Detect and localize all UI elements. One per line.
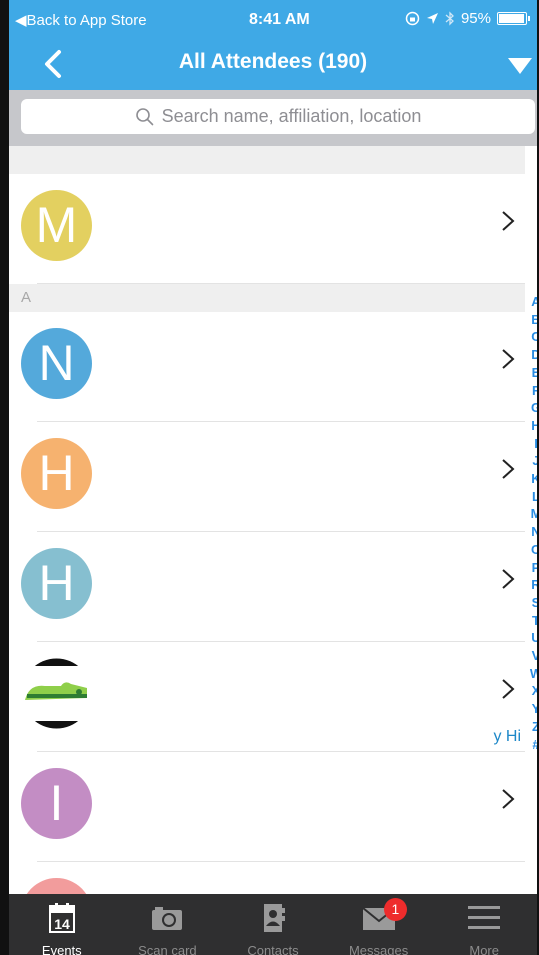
tab-messages[interactable]: Messages 1	[326, 894, 432, 955]
index-letter[interactable]: Z	[532, 718, 537, 736]
page-title: All Attendees (190)	[178, 50, 368, 73]
index-letter[interactable]: O	[531, 541, 537, 559]
index-letter[interactable]: #	[532, 736, 537, 754]
bluetooth-icon	[445, 11, 454, 26]
menu-icon	[464, 894, 504, 939]
attendee-list[interactable]: MANHHy Hi I	[9, 146, 525, 896]
nav-bar: All Attendees (190)	[9, 38, 537, 90]
chevron-right-icon	[501, 568, 515, 590]
status-right: 95%	[405, 10, 530, 27]
tab-events[interactable]: 14 Events	[9, 894, 115, 955]
chevron-right-icon	[501, 678, 515, 700]
attendee-row[interactable]: H	[9, 422, 525, 532]
battery-icon	[497, 12, 530, 25]
avatar: I	[21, 768, 92, 839]
search-placeholder: Search name, affiliation, location	[161, 106, 422, 126]
attendee-row[interactable]	[9, 862, 525, 896]
tab-label: Scan card	[138, 943, 197, 955]
avatar: H	[21, 438, 92, 509]
chevron-right-icon	[501, 788, 515, 810]
camera-icon	[147, 894, 187, 939]
status-time: 8:41 AM	[249, 11, 310, 28]
index-letter[interactable]: B	[531, 311, 537, 329]
app-frame: ◀︎Back to App Store 8:41 AM 95% All Atte…	[0, 0, 539, 955]
index-letter[interactable]: L	[532, 488, 537, 506]
tab-contacts[interactable]: Contacts	[220, 894, 326, 955]
index-letter[interactable]: J	[532, 452, 537, 470]
avatar: M	[21, 190, 92, 261]
chevron-right-icon	[501, 458, 515, 480]
alphabet-index[interactable]: ABCDEFGHIJKLMNOPRSTUVWXYZ#	[528, 293, 537, 754]
index-letter[interactable]: C	[531, 328, 537, 346]
index-letter[interactable]: G	[531, 399, 537, 417]
attendee-row[interactable]: H	[9, 532, 525, 642]
index-letter[interactable]: U	[531, 629, 537, 647]
status-bar: ◀︎Back to App Store 8:41 AM 95%	[9, 0, 537, 38]
chevron-right-icon	[501, 348, 515, 370]
top-bar: ◀︎Back to App Store 8:41 AM 95% All Atte…	[9, 0, 537, 90]
back-to-app-store-link[interactable]: ◀︎Back to App Store	[15, 11, 147, 29]
index-letter[interactable]: A	[531, 293, 537, 311]
unread-badge: 1	[383, 898, 407, 921]
search-icon	[135, 108, 153, 126]
index-letter[interactable]: N	[531, 523, 537, 541]
search-input[interactable]: Search name, affiliation, location	[21, 99, 535, 134]
tab-label: Contacts	[247, 943, 299, 955]
battery-percent: 95%	[460, 10, 491, 27]
company-logo-icon	[21, 658, 92, 729]
attendee-row[interactable]: I	[9, 752, 525, 862]
index-letter[interactable]: D	[531, 346, 537, 364]
svg-text:14: 14	[54, 916, 70, 932]
attendee-row[interactable]: N	[9, 312, 525, 422]
chevron-right-icon	[501, 210, 515, 232]
index-letter[interactable]: K	[531, 470, 537, 488]
contacts-icon	[253, 894, 293, 939]
index-letter[interactable]: M	[531, 505, 537, 523]
attendee-row[interactable]: y Hi	[9, 642, 525, 752]
calendar-icon: 14	[42, 894, 82, 939]
index-letter[interactable]: H	[531, 417, 537, 435]
tab-label: Events	[41, 943, 82, 955]
index-letter[interactable]: S	[532, 594, 537, 612]
attendee-row[interactable]: M	[9, 174, 525, 284]
filter-dropdown-icon[interactable]	[507, 56, 533, 76]
index-letter[interactable]: F	[532, 382, 537, 400]
section-header: A	[9, 284, 525, 312]
tab-scan-card[interactable]: Scan card	[115, 894, 221, 955]
location-icon	[426, 13, 438, 24]
index-letter[interactable]: R	[531, 576, 537, 594]
section-header	[9, 146, 525, 174]
search-bar: Search name, affiliation, location	[9, 90, 537, 146]
orientation-lock-icon	[405, 11, 420, 26]
index-letter[interactable]: V	[532, 647, 537, 665]
index-letter[interactable]: I	[534, 435, 537, 453]
index-letter[interactable]: P	[532, 559, 537, 577]
index-letter[interactable]: W	[530, 665, 537, 683]
tab-label: More	[469, 943, 499, 955]
index-letter[interactable]: Y	[532, 700, 537, 718]
avatar	[21, 658, 92, 729]
tab-more[interactable]: More	[431, 894, 537, 955]
row-separator	[37, 283, 525, 284]
avatar: N	[21, 328, 92, 399]
tab-label: Messages	[348, 943, 409, 955]
index-letter[interactable]: E	[532, 364, 537, 382]
index-letter[interactable]: T	[532, 612, 537, 630]
index-letter[interactable]: X	[532, 682, 537, 700]
avatar: H	[21, 548, 92, 619]
affiliation-snippet: y Hi	[493, 728, 521, 745]
tab-bar: 14 Events Scan card Contacts Messages 1 More	[9, 894, 537, 955]
